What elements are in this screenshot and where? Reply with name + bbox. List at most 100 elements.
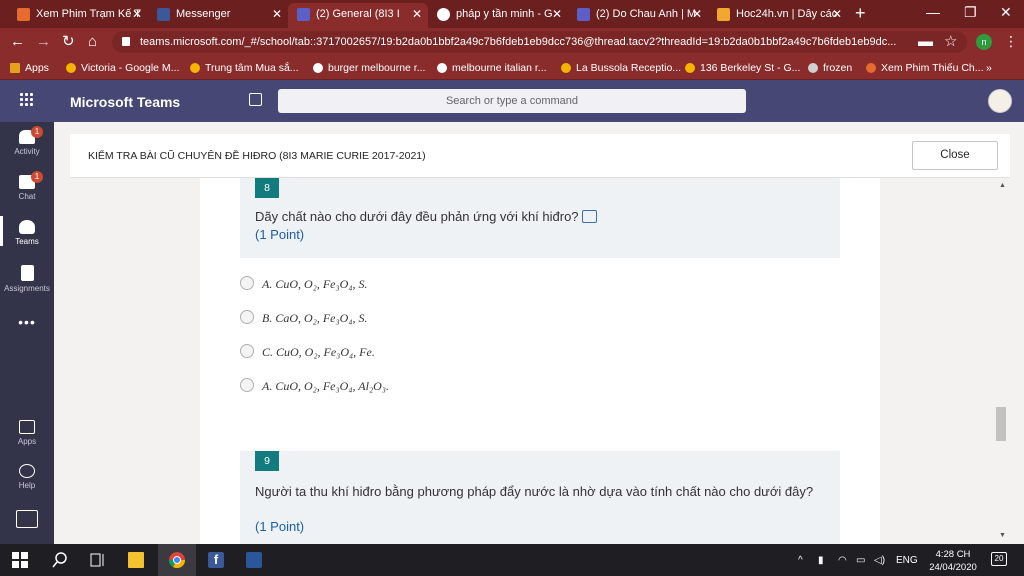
word-icon[interactable]: [246, 552, 262, 568]
close-button[interactable]: Close: [912, 141, 998, 170]
option-label: B. CaO, O₂, Fe₃O₄, S.: [262, 311, 368, 325]
bookmark-item[interactable]: Victoria - Google M...: [66, 60, 179, 76]
new-tab-button[interactable]: +: [855, 3, 866, 23]
search-input[interactable]: Search or type a command: [278, 89, 746, 113]
bookmark-item[interactable]: La Bussola Receptio...: [561, 60, 681, 76]
bookmarks-bar: Apps Victoria - Google M... Trung tâm Mu…: [0, 56, 1024, 80]
browser-tab[interactable]: Hoc24h.vn | Dây các ✕: [708, 3, 848, 28]
wifi-icon[interactable]: ◠: [838, 555, 847, 566]
close-tab-icon[interactable]: ✕: [832, 3, 842, 25]
close-tab-icon[interactable]: ✕: [132, 3, 142, 25]
bookmark-item[interactable]: burger melbourne r...: [313, 60, 425, 76]
rail-item-help[interactable]: Help: [0, 464, 54, 490]
browser-tab[interactable]: Messenger ✕: [148, 3, 288, 28]
bookmark-item[interactable]: Xem Phim Thiếu Ch...: [866, 60, 984, 76]
scroll-up-arrow[interactable]: ▲: [999, 182, 1006, 189]
radio-button[interactable]: [240, 276, 254, 290]
scrollbar-thumb[interactable]: [996, 407, 1006, 441]
app-launcher-icon[interactable]: [20, 93, 34, 107]
rail-item-chat[interactable]: 1 Chat: [0, 171, 54, 201]
windows-start-icon[interactable]: [12, 552, 28, 568]
rail-label: Chat: [18, 192, 36, 201]
bookmarks-overflow[interactable]: »: [986, 60, 992, 76]
home-icon[interactable]: ⌂: [88, 32, 97, 52]
facebook-icon: [157, 8, 170, 21]
close-tab-icon[interactable]: ✕: [692, 3, 702, 25]
taskbar-clock[interactable]: 4:28 CH 24/04/2020: [925, 548, 981, 574]
bookmark-item[interactable]: melbourne italian r...: [437, 60, 547, 76]
browser-tab-active[interactable]: (2) General (8I3 I ✕: [288, 3, 428, 28]
question-points: (1 Point): [255, 519, 305, 534]
bookmark-label: burger melbourne r...: [328, 62, 426, 74]
map-pin-icon: [190, 63, 200, 73]
app-title: Microsoft Teams: [70, 94, 181, 110]
tray-overflow-icon[interactable]: ^: [798, 555, 803, 566]
option-label: A. CuO, O₂, Fe₃O₄, S.: [262, 277, 368, 291]
task-view-icon[interactable]: [90, 552, 106, 568]
download-button[interactable]: [0, 510, 54, 531]
form-body: 8 Dãy chất nào cho dưới đây đều phản ứng…: [200, 178, 880, 544]
question-points: (1 Point): [255, 227, 305, 242]
close-tab-icon[interactable]: ✕: [272, 3, 282, 25]
bookmark-item[interactable]: frozen: [808, 60, 852, 76]
teams-icon: [297, 8, 310, 21]
chrome-icon[interactable]: [168, 552, 186, 569]
profile-avatar[interactable]: n: [976, 34, 992, 50]
address-bar[interactable]: teams.microsoft.com/_#/school/tab::37170…: [112, 31, 967, 53]
browser-tab[interactable]: Xem Phim Trạm Kế T ✕: [8, 3, 148, 28]
rail-label: Teams: [15, 237, 39, 246]
apps-grid-icon: [10, 63, 20, 73]
bookmark-label: 136 Berkeley St - G...: [700, 62, 801, 74]
battery-icon[interactable]: ▭: [856, 555, 865, 566]
radio-button[interactable]: [240, 310, 254, 324]
help-icon: [19, 464, 35, 478]
radio-button[interactable]: [240, 378, 254, 392]
url-text: teams.microsoft.com/_#/school/tab::37170…: [140, 36, 897, 48]
usb-icon[interactable]: ▮: [818, 555, 824, 566]
rail-item-apps[interactable]: Apps: [0, 420, 54, 446]
bookmark-star-icon[interactable]: ☆: [944, 32, 957, 52]
minimize-icon[interactable]: —: [926, 4, 940, 20]
action-center-icon[interactable]: 20: [991, 552, 1007, 566]
reload-icon[interactable]: ↻: [62, 32, 75, 52]
tab-title: (2) General (8I3 I: [316, 8, 400, 20]
browser-menu-icon[interactable]: ⋮: [1004, 33, 1018, 50]
close-tab-icon[interactable]: ✕: [412, 3, 422, 25]
form-title: KIỂM TRA BÀI CŨ CHUYÊN ĐỀ HIĐRO (8I3 MAR…: [88, 150, 426, 162]
rail-label: Activity: [14, 147, 40, 156]
map-pin-icon: [561, 63, 571, 73]
browser-tab[interactable]: pháp y tần minh - G ✕: [428, 3, 568, 28]
close-tab-icon[interactable]: ✕: [552, 3, 562, 25]
forward-icon[interactable]: →: [36, 32, 51, 52]
new-chat-icon[interactable]: [249, 93, 262, 106]
rail-item-activity[interactable]: 1 Activity: [0, 126, 54, 156]
user-avatar[interactable]: [988, 89, 1012, 113]
tab-title: (2) Do Chau Anh | M: [596, 8, 697, 20]
file-explorer-icon[interactable]: [128, 552, 144, 568]
browser-toolbar: ← → ↻ ⌂ teams.microsoft.com/_#/school/ta…: [0, 28, 1024, 56]
question-card: 9 Người ta thu khí hiđro bằng phương phá…: [240, 451, 840, 544]
immersive-reader-icon[interactable]: [581, 210, 597, 223]
tab-title: Messenger: [176, 8, 231, 20]
volume-icon[interactable]: ◁): [874, 555, 885, 566]
rail-item-assignments[interactable]: Assignments: [0, 265, 54, 293]
browser-tab[interactable]: (2) Do Chau Anh | M ✕: [568, 3, 708, 28]
back-icon[interactable]: ←: [10, 32, 25, 52]
rail-item-teams[interactable]: Teams: [0, 216, 54, 246]
more-apps-icon[interactable]: •••: [0, 314, 54, 330]
facebook-icon[interactable]: f: [208, 552, 224, 568]
scroll-down-arrow[interactable]: ▼: [999, 532, 1006, 539]
camera-icon[interactable]: ▬: [918, 32, 933, 52]
radio-button[interactable]: [240, 344, 254, 358]
bookmark-apps[interactable]: Apps: [10, 60, 49, 76]
clock-date: 24/04/2020: [929, 562, 977, 573]
language-indicator[interactable]: ENG: [896, 555, 918, 566]
restore-icon[interactable]: ❐: [964, 4, 977, 21]
bookmark-item[interactable]: Trung tâm Mua sắ...: [190, 60, 299, 76]
bookmark-label: Xem Phim Thiếu Ch...: [881, 62, 984, 74]
search-icon[interactable]: [52, 552, 68, 568]
google-icon: [313, 63, 323, 73]
notification-badge: 1: [31, 126, 43, 138]
bookmark-item[interactable]: 136 Berkeley St - G...: [685, 60, 800, 76]
close-window-icon[interactable]: ✕: [1000, 4, 1012, 21]
